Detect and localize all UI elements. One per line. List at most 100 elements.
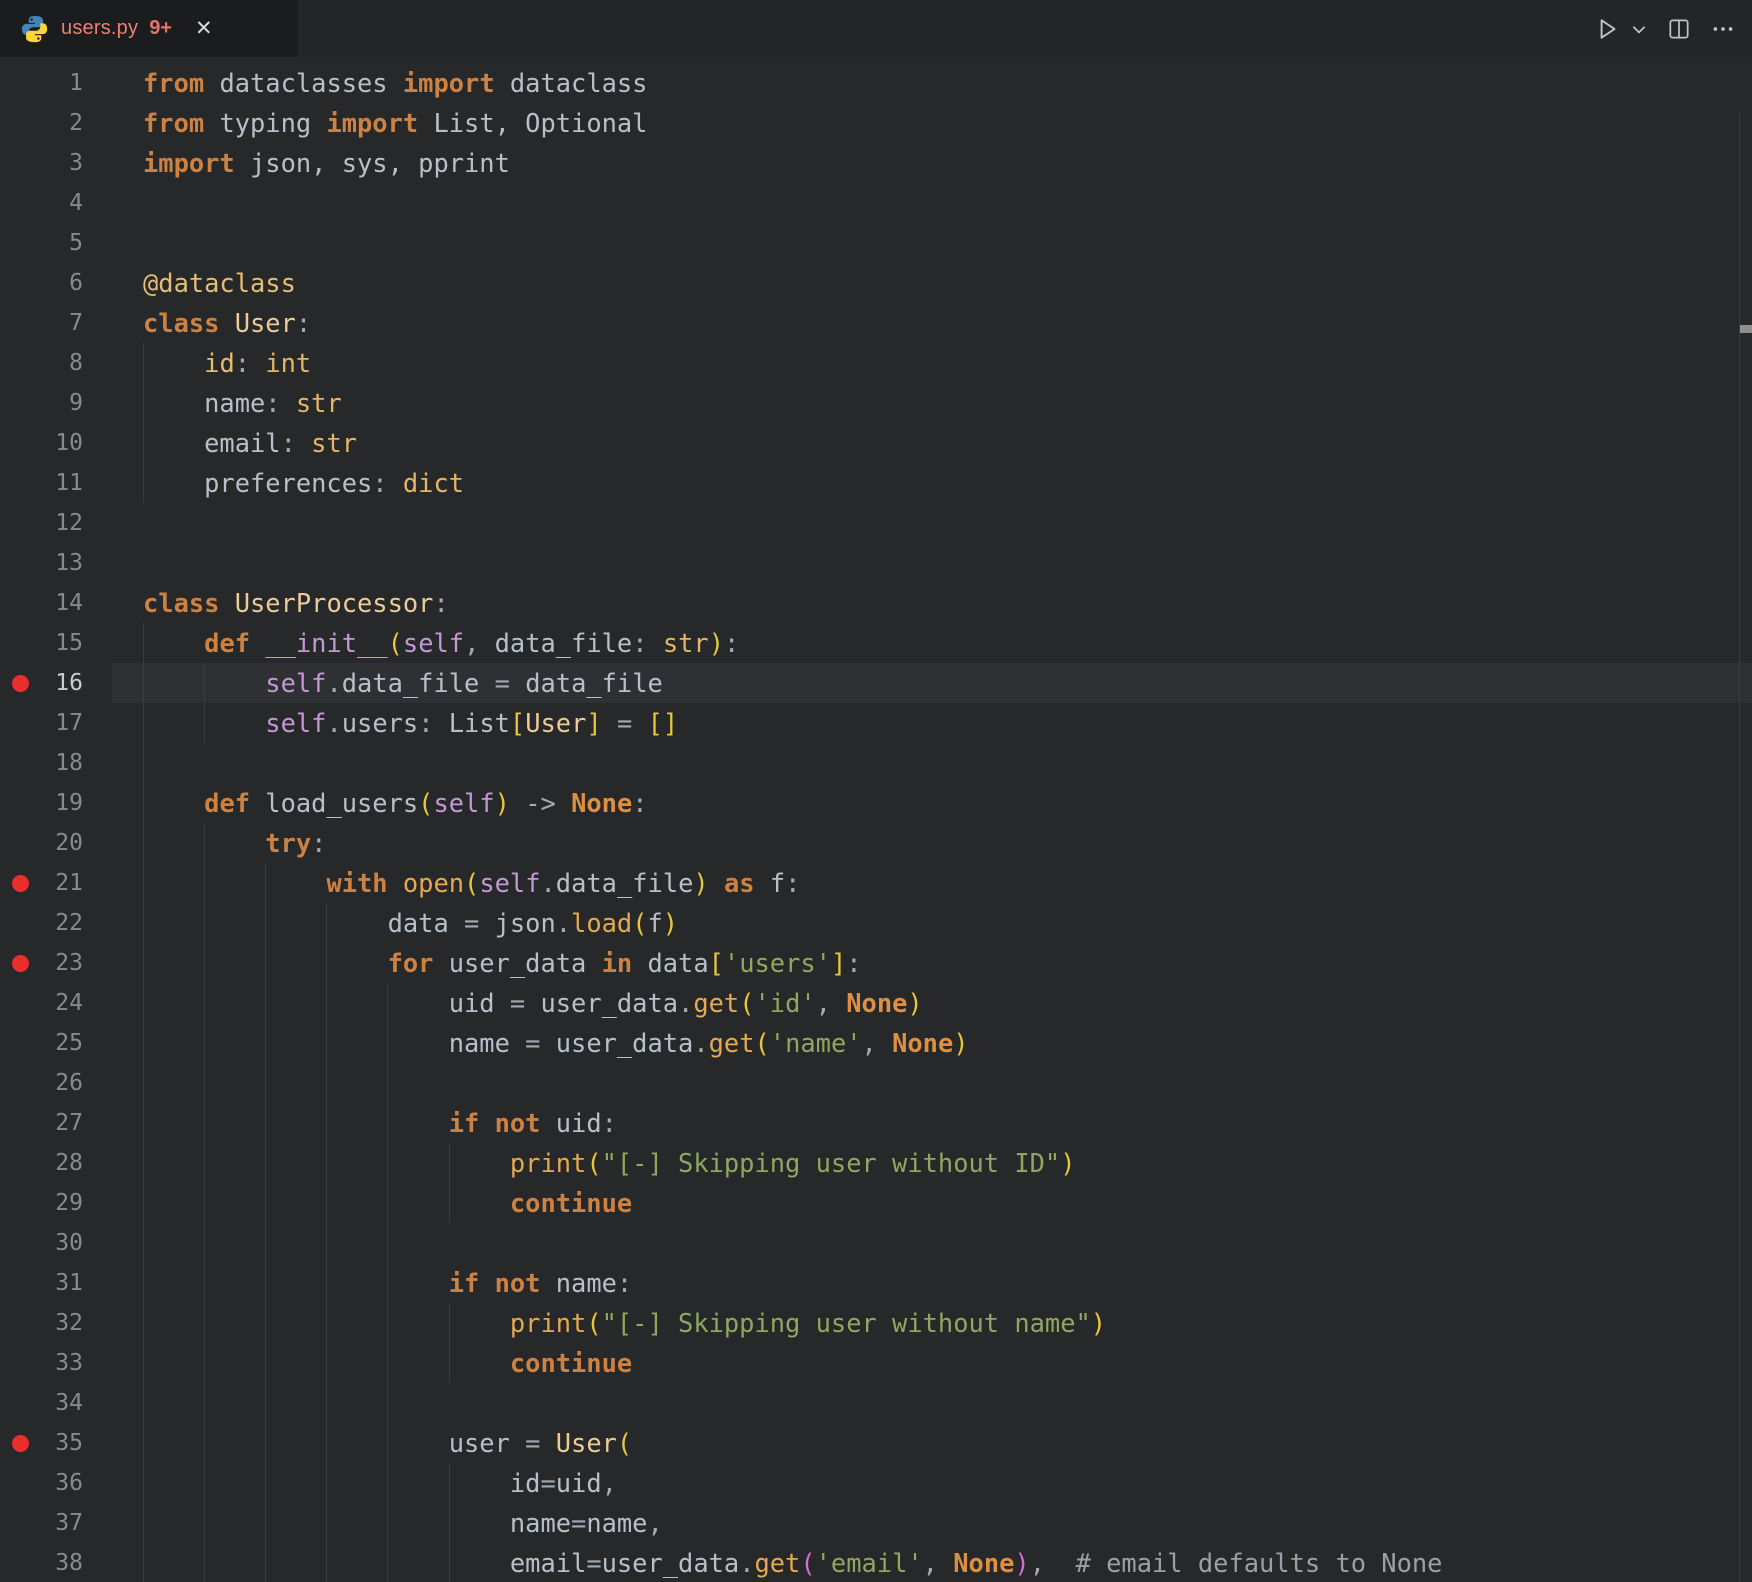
code-line[interactable]: class UserProcessor:: [143, 583, 1752, 623]
run-dropdown-button[interactable]: [1630, 20, 1648, 38]
gutter[interactable]: 35: [0, 1423, 143, 1463]
code-line[interactable]: uid = user_data.get('id', None): [143, 983, 1752, 1023]
breakpoint-dot[interactable]: [12, 955, 29, 972]
code-line[interactable]: print("[-] Skipping user without ID"): [143, 1143, 1752, 1183]
indent-guide: [387, 1343, 388, 1383]
indent-guide: [326, 903, 327, 943]
code-line[interactable]: if not name:: [143, 1263, 1752, 1303]
indent-guide: [143, 1503, 144, 1543]
gutter[interactable]: 1: [0, 63, 143, 103]
code-line[interactable]: [143, 1223, 1752, 1263]
code-line[interactable]: continue: [143, 1183, 1752, 1223]
gutter[interactable]: 2: [0, 103, 143, 143]
gutter[interactable]: 30: [0, 1223, 143, 1263]
gutter[interactable]: 3: [0, 143, 143, 183]
gutter[interactable]: 38: [0, 1543, 143, 1582]
line-number: 3: [69, 143, 83, 183]
breakpoint-dot[interactable]: [12, 875, 29, 892]
gutter[interactable]: 17: [0, 703, 143, 743]
code-line[interactable]: @dataclass: [143, 263, 1752, 303]
vscode-editor-window: users.py 9+ ✕: [0, 0, 1752, 1582]
gutter[interactable]: 31: [0, 1263, 143, 1303]
gutter[interactable]: 12: [0, 503, 143, 543]
gutter[interactable]: 26: [0, 1063, 143, 1103]
gutter[interactable]: 16: [0, 663, 143, 703]
code-line[interactable]: id: int: [143, 343, 1752, 383]
code-line[interactable]: class User:: [143, 303, 1752, 343]
gutter[interactable]: 24: [0, 983, 143, 1023]
token-mag: __init__: [265, 628, 387, 658]
code-line[interactable]: email: str: [143, 423, 1752, 463]
code-line[interactable]: from dataclasses import dataclass: [143, 63, 1752, 103]
tab-users-py[interactable]: users.py 9+ ✕: [0, 0, 298, 57]
gutter[interactable]: 32: [0, 1303, 143, 1343]
gutter[interactable]: 27: [0, 1103, 143, 1143]
code-line[interactable]: if not uid:: [143, 1103, 1752, 1143]
code-line[interactable]: def load_users(self) -> None:: [143, 783, 1752, 823]
code-line[interactable]: id=uid,: [143, 1463, 1752, 1503]
gutter[interactable]: 33: [0, 1343, 143, 1383]
code-line[interactable]: user = User(: [143, 1423, 1752, 1463]
gutter[interactable]: 34: [0, 1383, 143, 1423]
code-line[interactable]: name: str: [143, 383, 1752, 423]
gutter[interactable]: 19: [0, 783, 143, 823]
split-editor-button[interactable]: [1666, 16, 1692, 42]
gutter[interactable]: 29: [0, 1183, 143, 1223]
gutter[interactable]: 4: [0, 183, 143, 223]
gutter[interactable]: 14: [0, 583, 143, 623]
more-actions-button[interactable]: [1710, 16, 1736, 42]
code-line[interactable]: email=user_data.get('email', None), # em…: [143, 1543, 1752, 1582]
code-line[interactable]: def __init__(self, data_file: str):: [143, 623, 1752, 663]
code-line[interactable]: [143, 503, 1752, 543]
code-line[interactable]: with open(self.data_file) as f:: [143, 863, 1752, 903]
breakpoint-dot[interactable]: [12, 1435, 29, 1452]
code-line[interactable]: self.users: List[User] = []: [143, 703, 1752, 743]
gutter[interactable]: 6: [0, 263, 143, 303]
code-line[interactable]: data = json.load(f): [143, 903, 1752, 943]
indent-guide: [204, 1263, 205, 1303]
token-fn: open: [403, 868, 464, 898]
gutter[interactable]: 22: [0, 903, 143, 943]
code-line[interactable]: [143, 743, 1752, 783]
code-line[interactable]: continue: [143, 1343, 1752, 1383]
code-line[interactable]: [143, 223, 1752, 263]
gutter[interactable]: 23: [0, 943, 143, 983]
code-line[interactable]: [143, 1383, 1752, 1423]
gutter[interactable]: 18: [0, 743, 143, 783]
gutter[interactable]: 8: [0, 343, 143, 383]
gutter[interactable]: 36: [0, 1463, 143, 1503]
code-line[interactable]: name=name,: [143, 1503, 1752, 1543]
token-b1: ): [907, 988, 922, 1018]
token-fn: print: [510, 1148, 586, 1178]
code-line[interactable]: import json, sys, pprint: [143, 143, 1752, 183]
code-line[interactable]: preferences: dict: [143, 463, 1752, 503]
gutter[interactable]: 10: [0, 423, 143, 463]
gutter[interactable]: 7: [0, 303, 143, 343]
gutter[interactable]: 11: [0, 463, 143, 503]
code-line[interactable]: try:: [143, 823, 1752, 863]
gutter[interactable]: 13: [0, 543, 143, 583]
code-line[interactable]: [143, 1063, 1752, 1103]
gutter[interactable]: 15: [0, 623, 143, 663]
code-line[interactable]: self.data_file = data_file: [143, 663, 1752, 703]
code-line[interactable]: name = user_data.get('name', None): [143, 1023, 1752, 1063]
gutter[interactable]: 25: [0, 1023, 143, 1063]
indent-guide: [387, 1423, 388, 1463]
scrollbar-overview-ruler[interactable]: [1739, 114, 1752, 1582]
code-line[interactable]: [143, 543, 1752, 583]
gutter[interactable]: 21: [0, 863, 143, 903]
tab-close-icon[interactable]: ✕: [195, 18, 213, 39]
gutter[interactable]: 9: [0, 383, 143, 423]
code-line[interactable]: for user_data in data['users']:: [143, 943, 1752, 983]
gutter[interactable]: 5: [0, 223, 143, 263]
gutter[interactable]: 20: [0, 823, 143, 863]
code-line[interactable]: print("[-] Skipping user without name"): [143, 1303, 1752, 1343]
code-line[interactable]: from typing import List, Optional: [143, 103, 1752, 143]
indent-guide: [204, 1143, 205, 1183]
code-line[interactable]: [143, 183, 1752, 223]
breakpoint-dot[interactable]: [12, 675, 29, 692]
code-editor[interactable]: 1from dataclasses import dataclass2from …: [0, 57, 1752, 1582]
run-file-button[interactable]: [1594, 16, 1620, 42]
gutter[interactable]: 37: [0, 1503, 143, 1543]
gutter[interactable]: 28: [0, 1143, 143, 1183]
